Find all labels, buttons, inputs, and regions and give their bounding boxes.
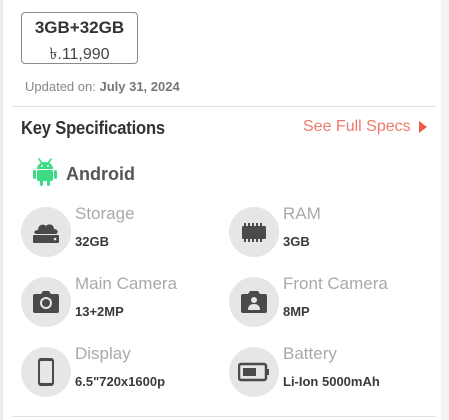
see-full-specs-label: See Full Specs xyxy=(303,118,411,135)
spec-battery: Battery Li-Ion 5000mAh xyxy=(229,344,429,397)
updated-date: July 31, 2024 xyxy=(99,79,180,94)
divider xyxy=(12,106,436,107)
spec-storage: Storage 32GB xyxy=(21,204,221,257)
divider xyxy=(12,416,436,417)
spec-title: Display xyxy=(75,344,131,363)
updated-label: Updated on: xyxy=(25,79,96,94)
storage-icon xyxy=(21,207,71,257)
ram-icon xyxy=(229,207,279,257)
spec-title: Front Camera xyxy=(283,274,388,293)
updated-on: Updated on: July 31, 2024 xyxy=(25,79,180,94)
spec-value: Li-Ion 5000mAh xyxy=(283,374,380,389)
spec-title: Storage xyxy=(75,204,135,223)
front-camera-icon xyxy=(229,277,279,327)
left-edge xyxy=(0,0,3,420)
os-row: Android xyxy=(33,157,135,192)
camera-icon xyxy=(21,277,71,327)
battery-icon xyxy=(229,347,279,397)
spec-main-camera: Main Camera 13+2MP xyxy=(21,274,221,327)
spec-title: Main Camera xyxy=(75,274,178,293)
see-full-specs-link[interactable]: See Full Specs xyxy=(303,118,427,136)
spec-value: 8MP xyxy=(283,304,310,319)
section-title: Key Specifications xyxy=(21,118,165,138)
spec-value: 13+2MP xyxy=(75,304,124,319)
spec-value: 6.5"720x1600p xyxy=(75,374,166,389)
os-label: Android xyxy=(66,164,135,184)
variant-price: ৳.11,990 xyxy=(49,46,110,63)
spec-value: 3GB xyxy=(283,234,310,249)
spec-ram: RAM 3GB xyxy=(229,204,429,257)
phone-icon xyxy=(21,347,71,397)
android-icon xyxy=(33,157,57,192)
spec-title: RAM xyxy=(283,204,321,223)
spec-display: Display 6.5"720x1600p xyxy=(21,344,221,397)
spec-front-camera: Front Camera 8MP xyxy=(229,274,429,327)
page: 3GB+32GB ৳.11,990 Updated on: July 31, 2… xyxy=(0,0,449,420)
play-arrow-icon xyxy=(418,121,427,133)
spec-title: Battery xyxy=(283,344,337,363)
variant-option[interactable]: 3GB+32GB ৳.11,990 xyxy=(21,12,138,64)
variant-name: 3GB+32GB xyxy=(34,18,125,37)
spec-value: 32GB xyxy=(75,234,109,249)
right-edge xyxy=(441,0,449,420)
